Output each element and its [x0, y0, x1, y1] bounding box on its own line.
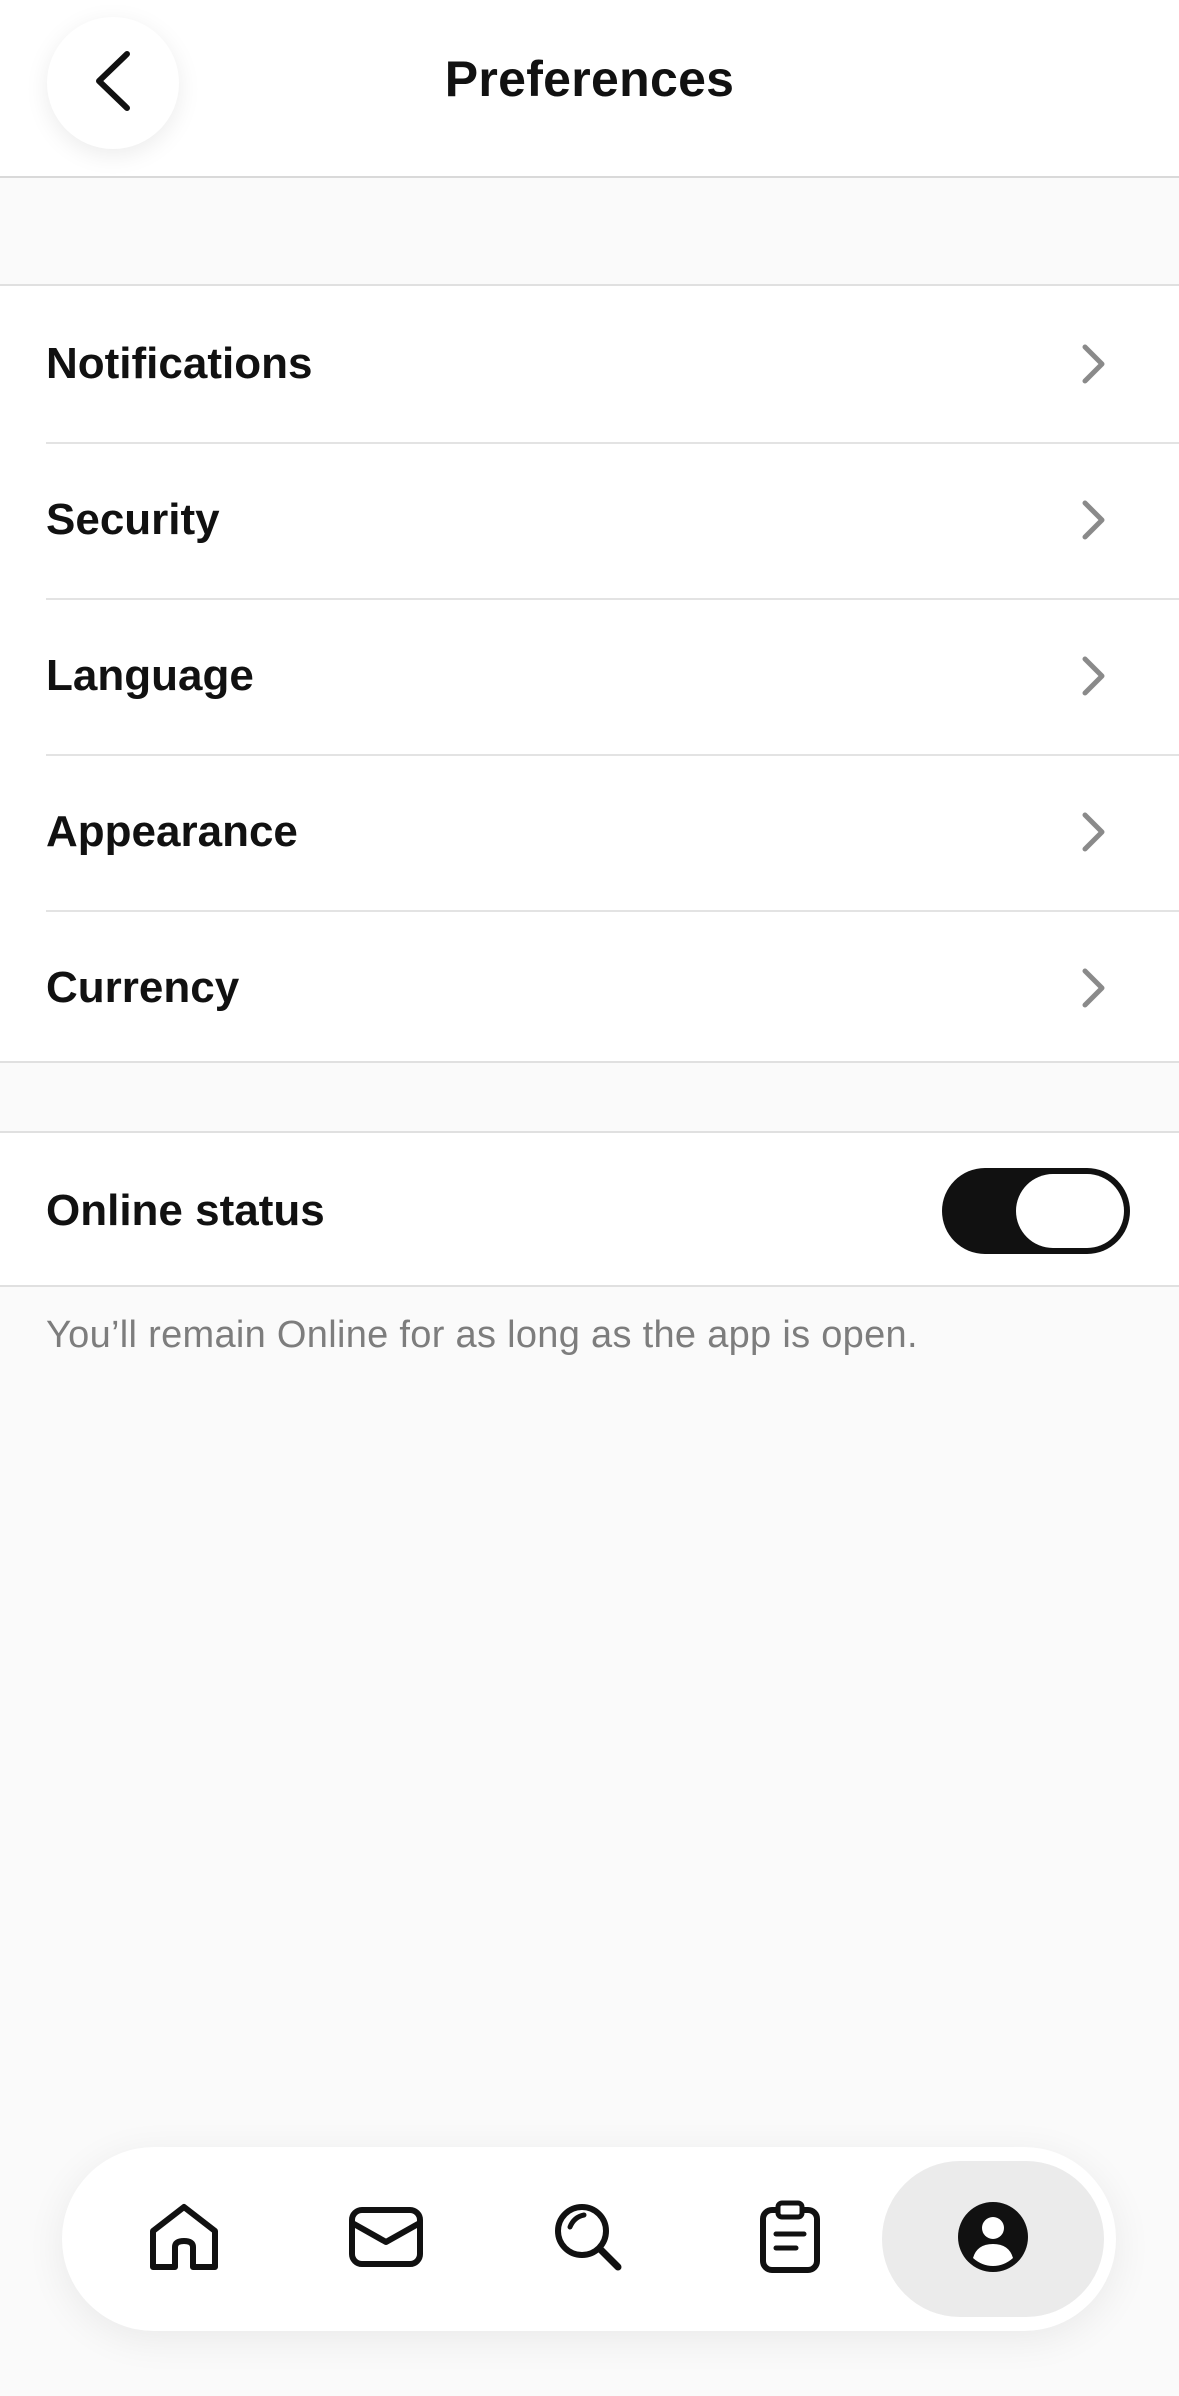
- online-status-toggle[interactable]: [942, 1168, 1130, 1254]
- bottom-navigation: [62, 2147, 1116, 2331]
- profile-icon: [956, 2200, 1030, 2279]
- settings-item-appearance[interactable]: Appearance: [0, 754, 1179, 910]
- chevron-right-icon: [1075, 340, 1111, 388]
- chevron-right-icon: [1075, 808, 1111, 856]
- nav-home[interactable]: [122, 2147, 246, 2331]
- top-bar: Preferences: [0, 0, 1179, 178]
- chevron-right-icon: [1075, 496, 1111, 544]
- toggle-knob: [1016, 1174, 1124, 1248]
- settings-item-language[interactable]: Language: [0, 598, 1179, 754]
- settings-item-label: Notifications: [46, 339, 313, 388]
- settings-item-label: Language: [46, 651, 254, 700]
- preferences-list: Notifications Security Language Appearan…: [0, 284, 1179, 1063]
- settings-item-currency[interactable]: Currency: [0, 910, 1179, 1066]
- settings-item-label: Currency: [46, 963, 240, 1012]
- nav-orders[interactable]: [728, 2147, 852, 2331]
- online-status-note: You’ll remain Online for as long as the …: [46, 1314, 918, 1356]
- chevron-right-icon: [1075, 964, 1111, 1012]
- chevron-right-icon: [1075, 652, 1111, 700]
- inbox-icon: [348, 2206, 424, 2273]
- nav-profile[interactable]: [882, 2161, 1104, 2317]
- settings-item-notifications[interactable]: Notifications: [0, 286, 1179, 442]
- page-title: Preferences: [444, 51, 735, 107]
- clipboard-icon: [759, 2200, 821, 2279]
- online-status-row: Online status: [0, 1133, 1179, 1289]
- nav-inbox[interactable]: [324, 2147, 448, 2331]
- online-status-label: Online status: [46, 1186, 325, 1235]
- search-icon: [552, 2201, 624, 2278]
- settings-item-label: Appearance: [46, 807, 298, 856]
- settings-item-label: Security: [46, 495, 220, 544]
- settings-item-security[interactable]: Security: [0, 442, 1179, 598]
- nav-search[interactable]: [526, 2147, 650, 2331]
- online-status-section: Online status: [0, 1131, 1179, 1287]
- home-icon: [147, 2201, 221, 2278]
